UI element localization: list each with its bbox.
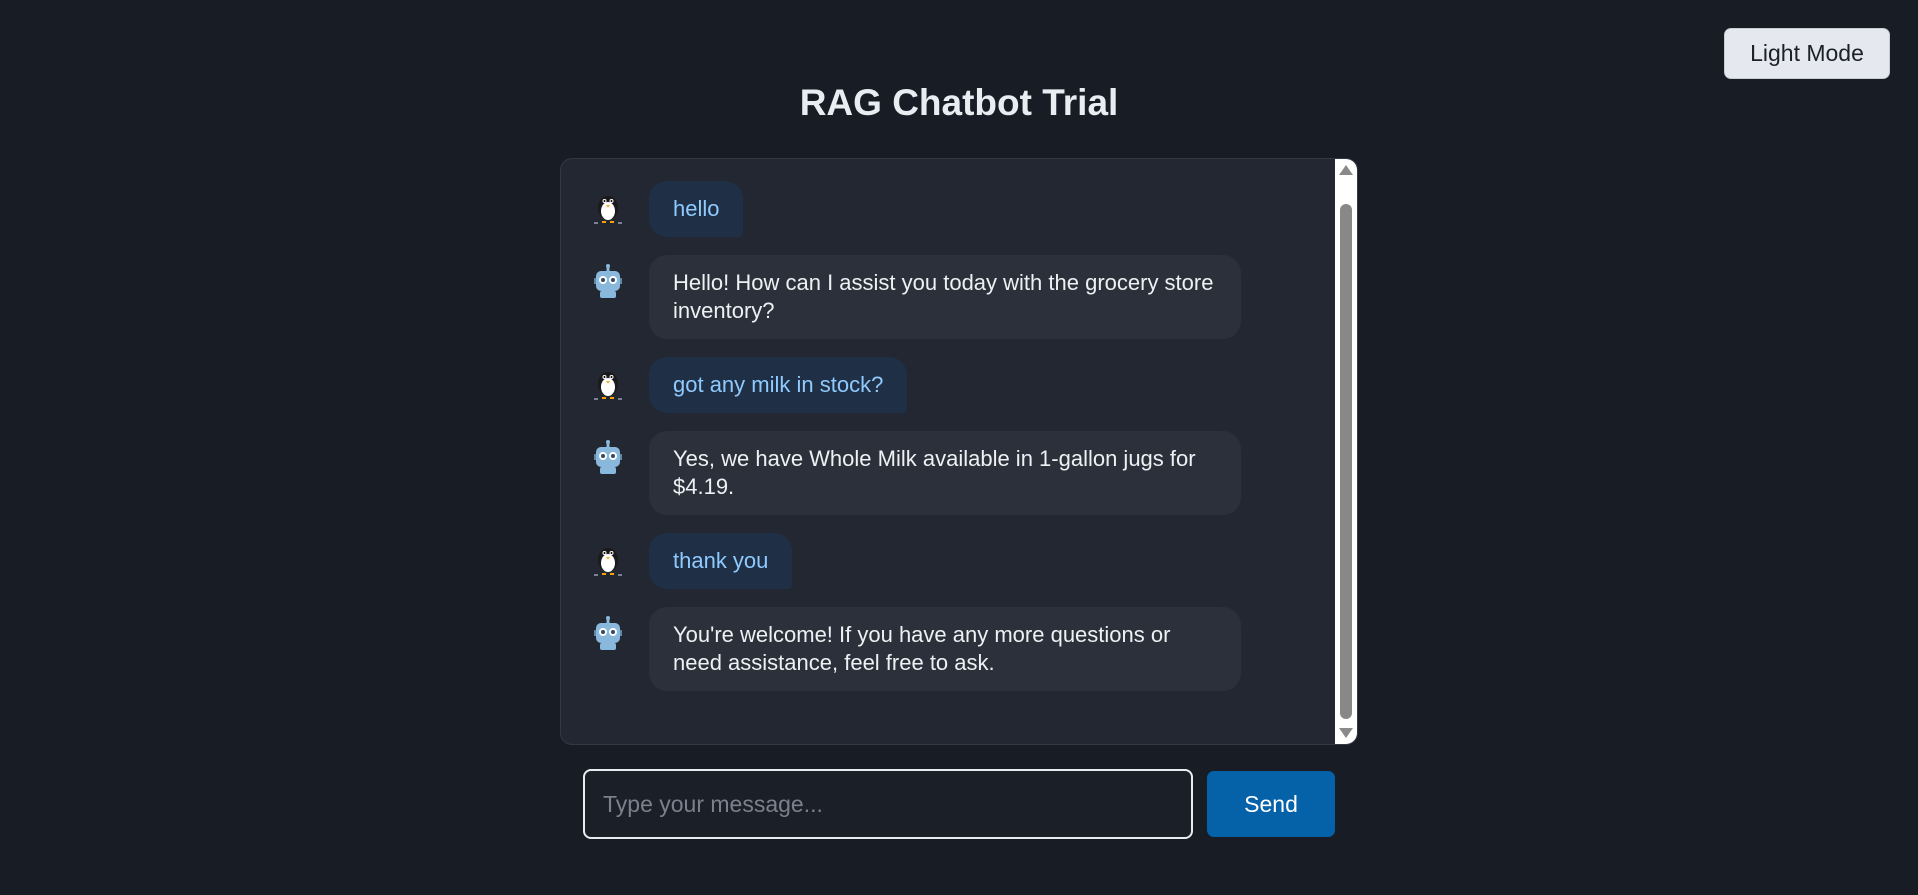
robot-icon (591, 439, 625, 479)
penguin-icon (591, 365, 625, 405)
chat-message-list: hello Hello! How can I assist you today … (561, 159, 1337, 744)
chat-message-user: got any milk in stock? (561, 357, 1337, 413)
bot-message-bubble: Yes, we have Whole Milk available in 1-g… (649, 431, 1241, 515)
scroll-up-arrow-icon[interactable] (1339, 165, 1353, 175)
robot-icon (591, 263, 625, 303)
scroll-down-arrow-icon[interactable] (1339, 728, 1353, 738)
message-input[interactable] (583, 769, 1193, 839)
scrollbar-thumb[interactable] (1340, 204, 1352, 719)
chat-message-bot: You're welcome! If you have any more que… (561, 607, 1337, 691)
chat-panel: hello Hello! How can I assist you today … (560, 158, 1358, 745)
user-message-bubble: hello (649, 181, 744, 237)
message-composer: Send (583, 769, 1335, 839)
light-mode-toggle[interactable]: Light Mode (1724, 28, 1890, 79)
chat-message-bot: Hello! How can I assist you today with t… (561, 255, 1337, 339)
page-title: RAG Chatbot Trial (799, 82, 1119, 123)
chat-message-user: hello (561, 181, 1337, 237)
chat-message-bot: Yes, we have Whole Milk available in 1-g… (561, 431, 1337, 515)
send-button[interactable]: Send (1207, 771, 1335, 837)
user-message-bubble: thank you (649, 533, 793, 589)
user-message-bubble: got any milk in stock? (649, 357, 908, 413)
bot-message-bubble: You're welcome! If you have any more que… (649, 607, 1241, 691)
chat-message-user: thank you (561, 533, 1337, 589)
penguin-icon (591, 189, 625, 229)
chat-scrollbar[interactable] (1335, 159, 1357, 744)
penguin-icon (591, 541, 625, 581)
robot-icon (591, 615, 625, 655)
bot-message-bubble: Hello! How can I assist you today with t… (649, 255, 1241, 339)
